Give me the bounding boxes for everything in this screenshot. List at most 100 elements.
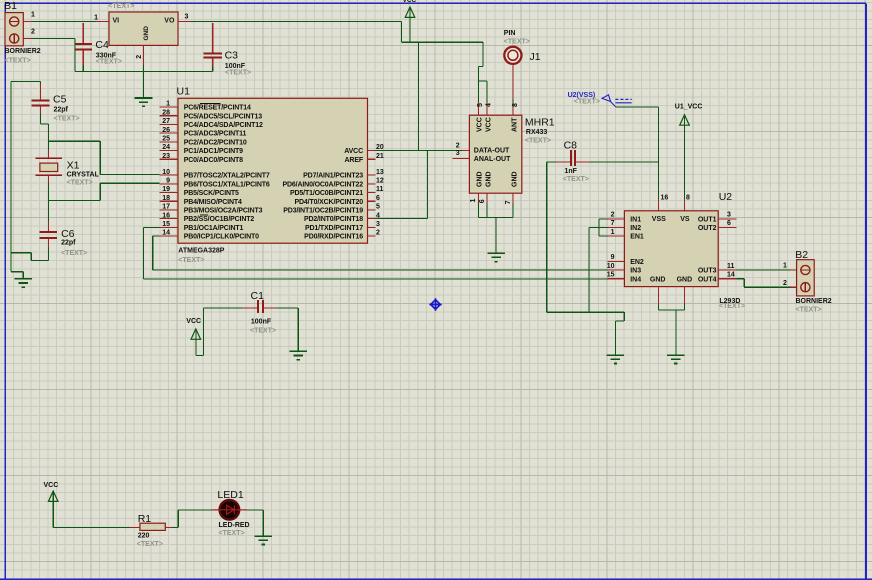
- svg-text:11: 11: [376, 186, 384, 193]
- svg-text:CRYSTAL: CRYSTAL: [67, 172, 100, 179]
- svg-text:PB6/TOSC1/XTAL1/PCINT6: PB6/TOSC1/XTAL1/PCINT6: [184, 181, 270, 188]
- svg-text:9: 9: [166, 178, 170, 185]
- svg-text:13: 13: [376, 169, 384, 176]
- svg-text:U1_VCC: U1_VCC: [675, 104, 703, 111]
- svg-text:PB4/MISO/PCINT4: PB4/MISO/PCINT4: [184, 199, 242, 206]
- svg-text:26: 26: [162, 127, 170, 134]
- svg-text:PC6/RESET/PCINT14: PC6/RESET/PCINT14: [184, 105, 251, 112]
- svg-text:PD3/INT1/OC2B/PCINT19: PD3/INT1/OC2B/PCINT19: [283, 208, 363, 215]
- svg-text:3: 3: [456, 150, 460, 157]
- svg-text:C5: C5: [53, 94, 67, 106]
- svg-text:5: 5: [376, 204, 380, 211]
- svg-text:8: 8: [512, 103, 519, 107]
- svg-text:10: 10: [607, 263, 615, 270]
- svg-text:14: 14: [162, 230, 170, 237]
- svg-text:C3: C3: [225, 50, 239, 62]
- svg-text:220: 220: [138, 533, 150, 540]
- svg-text:VS: VS: [680, 216, 690, 223]
- svg-text:17: 17: [162, 204, 170, 211]
- svg-text:PD6/AIN0/OC0A/PCINT22: PD6/AIN0/OC0A/PCINT22: [283, 181, 364, 188]
- svg-text:BORNIER2: BORNIER2: [5, 48, 41, 55]
- svg-text:RX433: RX433: [526, 129, 548, 136]
- svg-text:15: 15: [162, 221, 170, 228]
- svg-text:25: 25: [162, 136, 170, 143]
- svg-text:IN2: IN2: [630, 225, 641, 232]
- svg-text:<TEXT>: <TEXT>: [574, 99, 600, 106]
- svg-text:VO: VO: [164, 17, 175, 24]
- svg-text:J1: J1: [530, 51, 541, 63]
- svg-text:B1: B1: [4, 0, 17, 12]
- svg-text:C1: C1: [251, 290, 265, 302]
- svg-text:U2: U2: [719, 191, 733, 203]
- svg-text:PC1/ADC1/PCINT9: PC1/ADC1/PCINT9: [184, 148, 243, 155]
- svg-text:EN1: EN1: [630, 234, 644, 241]
- svg-text:ATMEGA328P: ATMEGA328P: [178, 247, 224, 254]
- svg-text:1: 1: [783, 263, 787, 270]
- svg-text:<TEXT>: <TEXT>: [525, 138, 551, 145]
- svg-text:9: 9: [611, 254, 615, 261]
- svg-text:11: 11: [727, 263, 735, 270]
- svg-text:PB1/OC1A/PCINT1: PB1/OC1A/PCINT1: [184, 225, 244, 232]
- svg-text:8: 8: [686, 195, 690, 202]
- svg-text:VCC: VCC: [477, 117, 484, 132]
- svg-text:PB0/ICP1/CLK0/PCINT0: PB0/ICP1/CLK0/PCINT0: [184, 234, 259, 241]
- svg-text:1: 1: [470, 199, 477, 203]
- svg-text:OUT1: OUT1: [698, 217, 717, 224]
- svg-text:12: 12: [376, 178, 384, 185]
- svg-text:PD1/TXD/PCINT17: PD1/TXD/PCINT17: [305, 225, 363, 232]
- svg-text:B2: B2: [795, 249, 808, 261]
- svg-text:3: 3: [185, 14, 189, 21]
- svg-text:<TEXT>: <TEXT>: [225, 70, 251, 77]
- svg-text:21: 21: [376, 153, 384, 160]
- svg-text:7: 7: [611, 220, 615, 227]
- svg-text:VI: VI: [113, 17, 120, 24]
- svg-text:<TEXT>: <TEXT>: [504, 39, 530, 46]
- svg-text:PC3/ADC3/PCINT11: PC3/ADC3/PCINT11: [184, 131, 247, 138]
- svg-text:IN4: IN4: [630, 276, 641, 283]
- svg-text:LED1: LED1: [217, 489, 243, 501]
- svg-text:GND: GND: [511, 171, 518, 187]
- svg-text:IN1: IN1: [630, 217, 641, 224]
- svg-text:14: 14: [727, 272, 735, 279]
- svg-text:C6: C6: [61, 228, 75, 240]
- svg-text:PD5/T1/OC0B/PCINT21: PD5/T1/OC0B/PCINT21: [290, 190, 363, 197]
- svg-text:IN3: IN3: [630, 268, 641, 275]
- svg-text:PB2/SS/OC1B/PCINT2: PB2/SS/OC1B/PCINT2: [184, 216, 255, 223]
- svg-text:PB5/SCK/PCINT5: PB5/SCK/PCINT5: [184, 190, 239, 197]
- svg-text:GND: GND: [485, 171, 492, 187]
- svg-text:6: 6: [727, 220, 731, 227]
- svg-text:<TEXT>: <TEXT>: [796, 307, 822, 314]
- svg-text:23: 23: [162, 153, 170, 160]
- svg-text:C4: C4: [95, 39, 109, 51]
- svg-text:1: 1: [94, 15, 98, 22]
- svg-text:OUT3: OUT3: [698, 268, 717, 275]
- svg-text:18: 18: [162, 195, 170, 202]
- svg-text:R1: R1: [138, 513, 152, 525]
- svg-text:GND: GND: [677, 276, 693, 283]
- svg-text:LED-RED: LED-RED: [219, 522, 250, 529]
- svg-text:100nF: 100nF: [251, 318, 272, 325]
- svg-text:6: 6: [479, 199, 486, 203]
- svg-text:2: 2: [611, 212, 615, 219]
- svg-text:2: 2: [31, 29, 35, 36]
- svg-text:27: 27: [162, 118, 170, 125]
- svg-text:<TEXT>: <TEXT>: [719, 303, 745, 310]
- svg-text:22pf: 22pf: [54, 107, 69, 114]
- svg-text:GND: GND: [477, 171, 484, 187]
- svg-text:<TEXT>: <TEXT>: [250, 327, 276, 334]
- svg-text:OUT4: OUT4: [698, 276, 717, 283]
- svg-text:4: 4: [486, 103, 493, 107]
- svg-text:<TEXT>: <TEXT>: [67, 179, 93, 186]
- svg-text:<TEXT>: <TEXT>: [61, 250, 87, 257]
- svg-text:MHR1: MHR1: [525, 117, 555, 129]
- svg-text:PB7/TOSC2/XTAL2/PCINT7: PB7/TOSC2/XTAL2/PCINT7: [184, 173, 270, 180]
- svg-text:VCC: VCC: [44, 482, 59, 489]
- svg-text:28: 28: [162, 109, 170, 116]
- svg-text:PD2/INT0/PCINT18: PD2/INT0/PCINT18: [304, 216, 363, 223]
- svg-text:PC5/ADC5/SCL/PCINT13: PC5/ADC5/SCL/PCINT13: [184, 113, 263, 120]
- svg-text:AREF: AREF: [345, 157, 364, 164]
- svg-text:U1: U1: [177, 86, 191, 98]
- svg-text:15: 15: [607, 272, 615, 279]
- svg-text:22pf: 22pf: [61, 240, 76, 247]
- svg-text:3: 3: [727, 212, 731, 219]
